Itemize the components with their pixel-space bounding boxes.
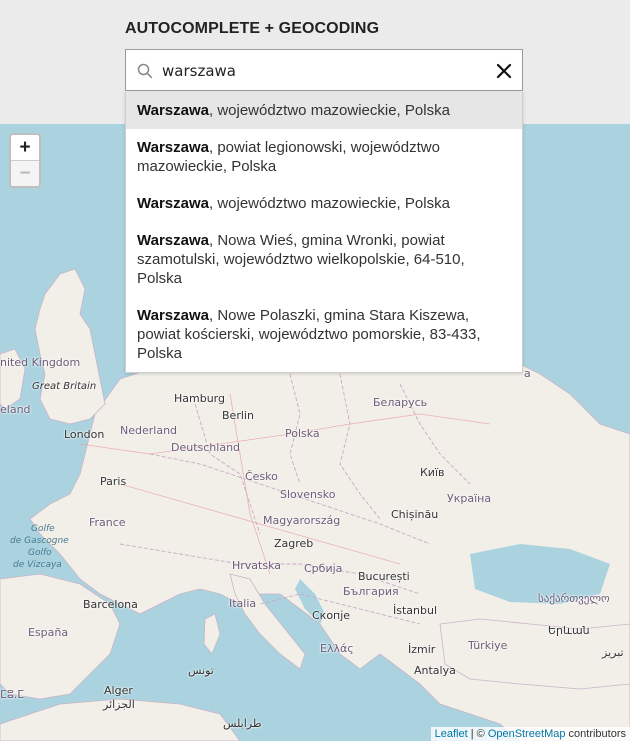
label-ireland: eland (0, 403, 31, 416)
label-golfe-4: de Vizcaya (13, 560, 62, 570)
label-ma: ⵎⵓ.ⵎ (0, 688, 25, 701)
label-great-britain: Great Britain (32, 381, 97, 392)
result-name: Warszawa (137, 307, 209, 324)
label-united-kingdom: nited Kingdom (0, 356, 81, 369)
close-icon[interactable] (494, 61, 514, 81)
label-a-fragment: a (524, 367, 531, 380)
label-zagreb: Zagreb (274, 537, 314, 550)
label-belarus: Беларусь (373, 396, 428, 409)
autocomplete-item[interactable]: Warszawa, powiat legionowski, województw… (126, 129, 522, 185)
label-tunis: تونس (188, 664, 214, 677)
label-ellas: Ελλάς (320, 642, 354, 655)
label-armenia: Երևան (548, 624, 590, 637)
label-nederland: Nederland (120, 424, 178, 437)
search-input[interactable] (160, 58, 484, 84)
label-kyiv: Київ (420, 466, 445, 479)
osm-link[interactable]: OpenStreetMap (488, 728, 566, 740)
zoom-in-button[interactable]: + (11, 135, 39, 160)
label-algiers-ar: الجزائر (103, 698, 135, 711)
result-name: Warszawa (137, 102, 209, 119)
label-hrvatska: Hrvatska (232, 559, 282, 572)
label-berlin: Berlin (222, 409, 254, 422)
label-tripoli: طرابلس (223, 717, 262, 730)
label-london: London (64, 428, 105, 441)
label-skopje: Скопје (312, 609, 351, 622)
autocomplete-item[interactable]: Warszawa, Nowa Wieś, gmina Wronki, powia… (126, 222, 522, 297)
label-bulgaria: България (343, 585, 399, 598)
label-algiers: Alger (104, 684, 133, 697)
map-attribution: Leaflet | © OpenStreetMap contributors (430, 727, 630, 741)
autocomplete-dropdown: Warszawa, województwo mazowieckie, Polsk… (125, 92, 523, 373)
label-tabriz: تبریز (602, 646, 624, 659)
label-antalya: Antalya (414, 664, 456, 677)
result-name: Warszawa (137, 232, 209, 249)
label-paris: Paris (100, 475, 127, 488)
label-france: France (89, 516, 126, 529)
label-barcelona: Barcelona (83, 598, 138, 611)
label-golfe-2: de Gascogne (10, 536, 69, 546)
zoom-control: + − (9, 133, 41, 188)
label-golfe-3: Golfo (28, 548, 52, 558)
label-turkiye: Türkiye (468, 639, 508, 652)
label-hamburg: Hamburg (174, 392, 225, 405)
label-georgia: საქართველო (538, 592, 610, 605)
label-magyarorszag: Magyarország (263, 514, 341, 527)
search-icon (137, 63, 153, 79)
label-chisinau: Chișinău (391, 508, 439, 521)
label-deutschland: Deutschland (171, 441, 241, 454)
autocomplete-item[interactable]: Warszawa, Nowe Polaszki, gmina Stara Kis… (126, 297, 522, 372)
leaflet-link[interactable]: Leaflet (435, 728, 468, 740)
label-golfe-1: Golfe (31, 524, 55, 534)
autocomplete-item[interactable]: Warszawa, województwo mazowieckie, Polsk… (126, 185, 522, 222)
attribution-separator: | © (467, 728, 488, 740)
result-detail: , województwo mazowieckie, Polska (208, 195, 450, 212)
label-slovensko: Slovensko (280, 488, 336, 501)
label-polska: Polska (285, 427, 320, 440)
label-istanbul: İstanbul (393, 604, 438, 617)
label-bucuresti: București (358, 570, 410, 583)
attribution-contrib: contributors (565, 728, 626, 740)
label-ukraina: Україна (447, 492, 492, 505)
result-name: Warszawa (137, 195, 209, 212)
result-name: Warszawa (137, 139, 209, 156)
zoom-out-button[interactable]: − (11, 160, 39, 186)
label-srbija: Србија (304, 562, 343, 575)
autocomplete-item[interactable]: Warszawa, województwo mazowieckie, Polsk… (126, 92, 522, 129)
label-italia: Italia (229, 597, 257, 610)
search-box (125, 49, 523, 91)
label-espana: España (28, 626, 69, 639)
page-title: AUTOCOMPLETE + GEOCODING (125, 20, 380, 37)
label-izmir: İzmir (408, 643, 436, 656)
label-cesko: Česko (245, 470, 278, 483)
result-detail: , województwo mazowieckie, Polska (208, 102, 450, 119)
